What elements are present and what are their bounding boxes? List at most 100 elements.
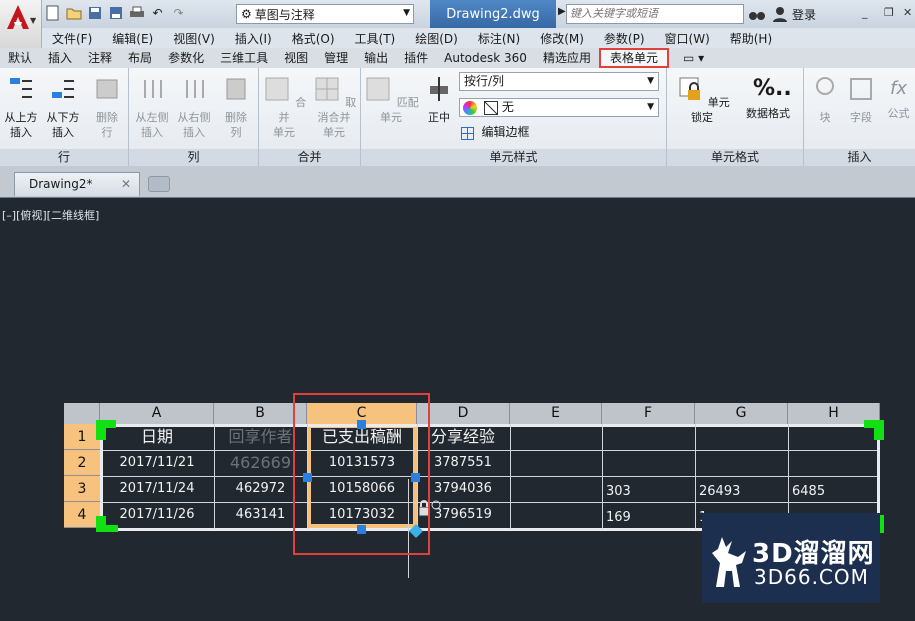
tab-view[interactable]: 视图: [276, 48, 316, 68]
insert-row-below-button[interactable]: 从下方 插入: [42, 74, 84, 140]
delete-row-icon: [96, 79, 118, 99]
edit-borders-button[interactable]: 编辑边框: [461, 125, 551, 140]
tab-annotate[interactable]: 注释: [80, 48, 120, 68]
login-link[interactable]: 登录: [792, 6, 816, 23]
match-cell-button[interactable]: 匹配单元: [363, 74, 419, 125]
save-icon[interactable]: [86, 4, 103, 21]
tab-plugins[interactable]: 插件: [396, 48, 436, 68]
insert-column-right-button[interactable]: 从右侧 插入: [173, 74, 215, 140]
button-label: 块: [819, 111, 831, 124]
menu-item[interactable]: 标注(N): [468, 30, 530, 47]
button-label: 从下方 插入: [46, 111, 80, 139]
search-input[interactable]: 键入关键字或短语: [566, 4, 744, 24]
tab-autodesk-360[interactable]: Autodesk 360: [436, 48, 535, 68]
button-label: 删除 行: [96, 111, 118, 139]
user-icon[interactable]: [771, 5, 789, 23]
background-color-select[interactable]: 无 ▼: [459, 98, 659, 117]
row-header[interactable]: 4: [64, 502, 100, 528]
insert-block-button[interactable]: 块: [808, 74, 842, 125]
minimize-icon[interactable]: _: [862, 6, 868, 19]
panel-columns: 从左侧 插入 从右侧 插入 删除 列 列: [129, 68, 259, 166]
tab-default[interactable]: 默认: [0, 48, 40, 68]
new-file-icon[interactable]: [44, 4, 61, 21]
match-cell-icon: [366, 77, 390, 101]
workspace-select[interactable]: ⚙ 草图与注释 ▼: [236, 4, 414, 24]
merge-cells-button[interactable]: 合并 单元: [261, 74, 307, 140]
tab-drawing2[interactable]: Drawing2* ✕: [14, 172, 140, 196]
tab-featured-apps[interactable]: 精选应用: [535, 48, 599, 68]
close-icon[interactable]: ✕: [121, 173, 131, 195]
menu-item[interactable]: 修改(M): [530, 30, 594, 47]
row-header[interactable]: 2: [64, 450, 100, 476]
menu-item[interactable]: 绘图(D): [405, 30, 468, 47]
table-cell[interactable]: 2017/11/24: [100, 476, 214, 502]
table-corner-grip[interactable]: [96, 525, 118, 532]
tab-manage[interactable]: 管理: [316, 48, 356, 68]
cell-lock-button[interactable]: 单元锁定: [673, 74, 731, 125]
column-header[interactable]: F: [602, 403, 695, 424]
button-label: 字段: [850, 111, 872, 124]
ribbon-options-icon[interactable]: ▭ ▾: [675, 48, 712, 68]
table-cell[interactable]: 日期: [100, 424, 214, 450]
document-title: Drawing2.dwg: [430, 0, 556, 28]
table-cell[interactable]: 6485: [788, 479, 877, 505]
menu-item[interactable]: 文件(F): [42, 30, 102, 47]
undo-icon[interactable]: ↶: [149, 4, 166, 21]
table-cell[interactable]: 169: [602, 505, 695, 531]
insert-row-above-button[interactable]: 从上方 插入: [0, 74, 42, 140]
table-cell[interactable]: 分享经验: [427, 424, 510, 450]
open-folder-icon[interactable]: [65, 4, 82, 21]
tab-3d-tools[interactable]: 三维工具: [212, 48, 276, 68]
viewport-label[interactable]: [–][俯视][二维线框]: [2, 207, 99, 223]
column-header[interactable]: E: [510, 403, 602, 424]
tab-parametric[interactable]: 参数化: [160, 48, 212, 68]
application-menu-button[interactable]: ▼: [0, 0, 42, 48]
table-cell[interactable]: 26493: [695, 479, 788, 505]
menu-item[interactable]: 插入(I): [225, 30, 282, 47]
gear-icon: ⚙: [241, 7, 252, 21]
table-corner-grip[interactable]: [96, 420, 116, 428]
delete-column-button[interactable]: 删除 列: [215, 74, 257, 140]
table-cell[interactable]: 303: [602, 479, 695, 505]
column-header[interactable]: A: [100, 403, 214, 424]
button-label: 从上方 插入: [4, 111, 38, 139]
delete-column-icon: [226, 78, 246, 100]
cell-style-select[interactable]: 按行/列 ▼: [459, 72, 659, 91]
print-icon[interactable]: [128, 4, 145, 21]
menu-item[interactable]: 视图(V): [163, 30, 225, 47]
delete-row-button[interactable]: 删除 行: [86, 74, 128, 140]
unmerge-cells-button[interactable]: 取消合并 单元: [307, 74, 361, 140]
menu-item[interactable]: 编辑(E): [102, 30, 163, 47]
redo-icon[interactable]: ↷: [170, 4, 187, 21]
save-as-icon[interactable]: [107, 4, 124, 21]
chevron-right-icon[interactable]: ▶: [558, 6, 566, 17]
insert-column-left-button[interactable]: 从左侧 插入: [131, 74, 173, 140]
table-cell[interactable]: 2017/11/21: [100, 450, 214, 476]
menu-item[interactable]: 参数(P): [594, 30, 655, 47]
menu-item[interactable]: 工具(T): [345, 30, 406, 47]
restore-icon[interactable]: ❐: [884, 6, 894, 19]
data-format-button[interactable]: %.. 数据格式: [737, 74, 799, 121]
panel-title: 单元格式: [667, 149, 803, 166]
column-header[interactable]: G: [695, 403, 788, 424]
insert-field-button[interactable]: 字段: [844, 74, 878, 125]
tab-layout[interactable]: 布局: [120, 48, 160, 68]
menu-item[interactable]: 窗口(W): [655, 30, 720, 47]
close-icon[interactable]: ✕: [903, 6, 912, 19]
table-corner-grip[interactable]: [864, 420, 884, 428]
tab-insert[interactable]: 插入: [40, 48, 80, 68]
document-tab-label: Drawing2*: [29, 177, 93, 191]
new-tab-button[interactable]: [148, 176, 170, 192]
menu-item[interactable]: 格式(O): [282, 30, 345, 47]
insert-formula-button[interactable]: fx 公式: [882, 74, 915, 121]
column-header[interactable]: D: [417, 403, 510, 424]
alignment-button[interactable]: 正中: [421, 74, 457, 125]
tab-output[interactable]: 输出: [356, 48, 396, 68]
panel-merge: 合并 单元 取消合并 单元 合并: [259, 68, 361, 166]
binoculars-icon[interactable]: [748, 5, 766, 23]
table-cell[interactable]: 3787551: [430, 450, 510, 476]
row-header[interactable]: 1: [64, 424, 100, 450]
menu-item[interactable]: 帮助(H): [720, 30, 782, 47]
row-header[interactable]: 3: [64, 476, 100, 502]
tab-table-cell[interactable]: 表格单元: [598, 48, 669, 68]
